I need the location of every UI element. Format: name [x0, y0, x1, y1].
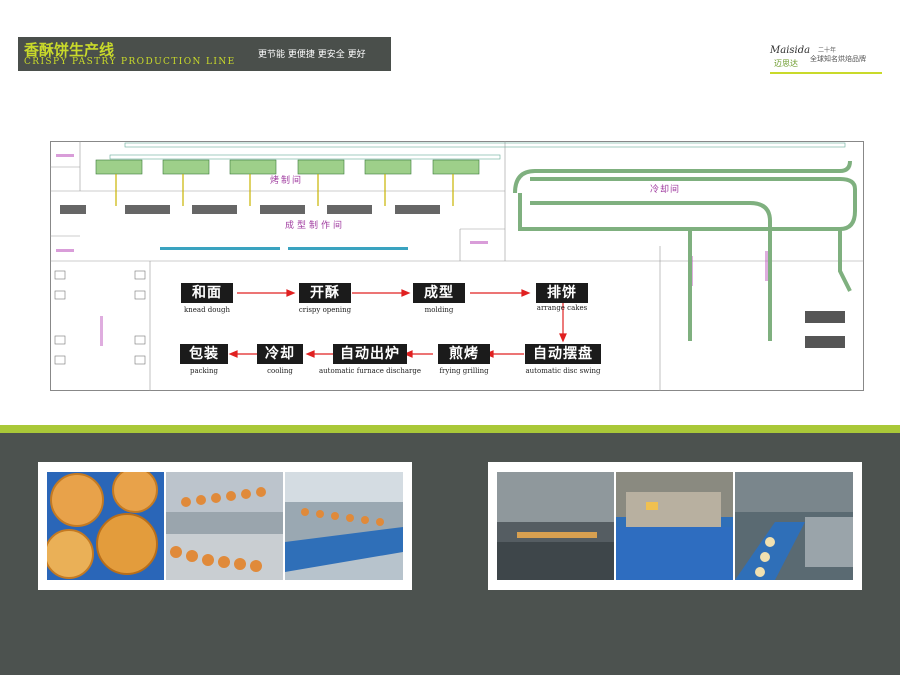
page-subtitle: CRISPY PASTRY PRODUCTION LINE: [24, 57, 236, 67]
photo-frame-factory: [488, 462, 862, 590]
brand-logo: Maisida 迈思达 二十年 全球知名烘焙品牌: [770, 42, 882, 74]
brand-name-cn: 迈思达: [774, 59, 798, 68]
step-cooling: 冷却: [257, 344, 303, 364]
step-crispy-opening: 开酥: [299, 283, 351, 303]
brand-tagline: 全球知名烘焙品牌: [810, 55, 866, 63]
step-molding: 成型: [413, 283, 465, 303]
accent-divider: [0, 425, 900, 433]
step-crispy-opening-en: crispy opening: [298, 306, 352, 314]
room-label-cooling: 冷却间: [650, 185, 681, 195]
step-molding-en: molding: [424, 306, 454, 314]
step-frying-grilling-en: frying grilling: [439, 367, 489, 375]
header-banner: 香酥饼生产线 CRISPY PASTRY PRODUCTION LINE 更节能…: [18, 37, 391, 71]
step-automatic-disc-swing-en: automatic disc swing: [525, 367, 601, 375]
step-arrange-cakes-en: arrange cakes: [536, 304, 588, 312]
room-label-forming: 成型制作间: [285, 221, 346, 231]
photo-forming-machine: [735, 472, 853, 580]
photo-oven-units: [616, 472, 733, 580]
photo-pastry-closeup: [47, 472, 164, 580]
photo-conveyor-trays: [166, 472, 283, 580]
photo-frame-products: [38, 462, 412, 590]
step-packing-en: packing: [189, 367, 219, 375]
step-automatic-furnace-discharge-en: automatic furnace discharge: [318, 367, 422, 375]
photo-baking-line: [285, 472, 403, 580]
step-automatic-furnace-discharge: 自动出炉: [333, 344, 407, 364]
slogan: 更节能 更便捷 更安全 更好: [258, 50, 366, 60]
step-frying-grilling: 煎烤: [438, 344, 490, 364]
room-label-baking: 烤制间: [270, 176, 304, 186]
brand-tagline-top: 二十年: [818, 47, 837, 54]
photo-factory-floor: [497, 472, 614, 580]
step-arrange-cakes: 排饼: [536, 283, 588, 303]
step-knead-dough: 和面: [181, 283, 233, 303]
logo-underline: [770, 72, 882, 74]
step-knead-dough-en: knead dough: [184, 306, 230, 314]
brand-name-en: Maisida: [770, 45, 811, 56]
step-automatic-disc-swing: 自动摆盘: [525, 344, 601, 364]
step-packing: 包装: [180, 344, 228, 364]
step-cooling-en: cooling: [267, 367, 293, 375]
